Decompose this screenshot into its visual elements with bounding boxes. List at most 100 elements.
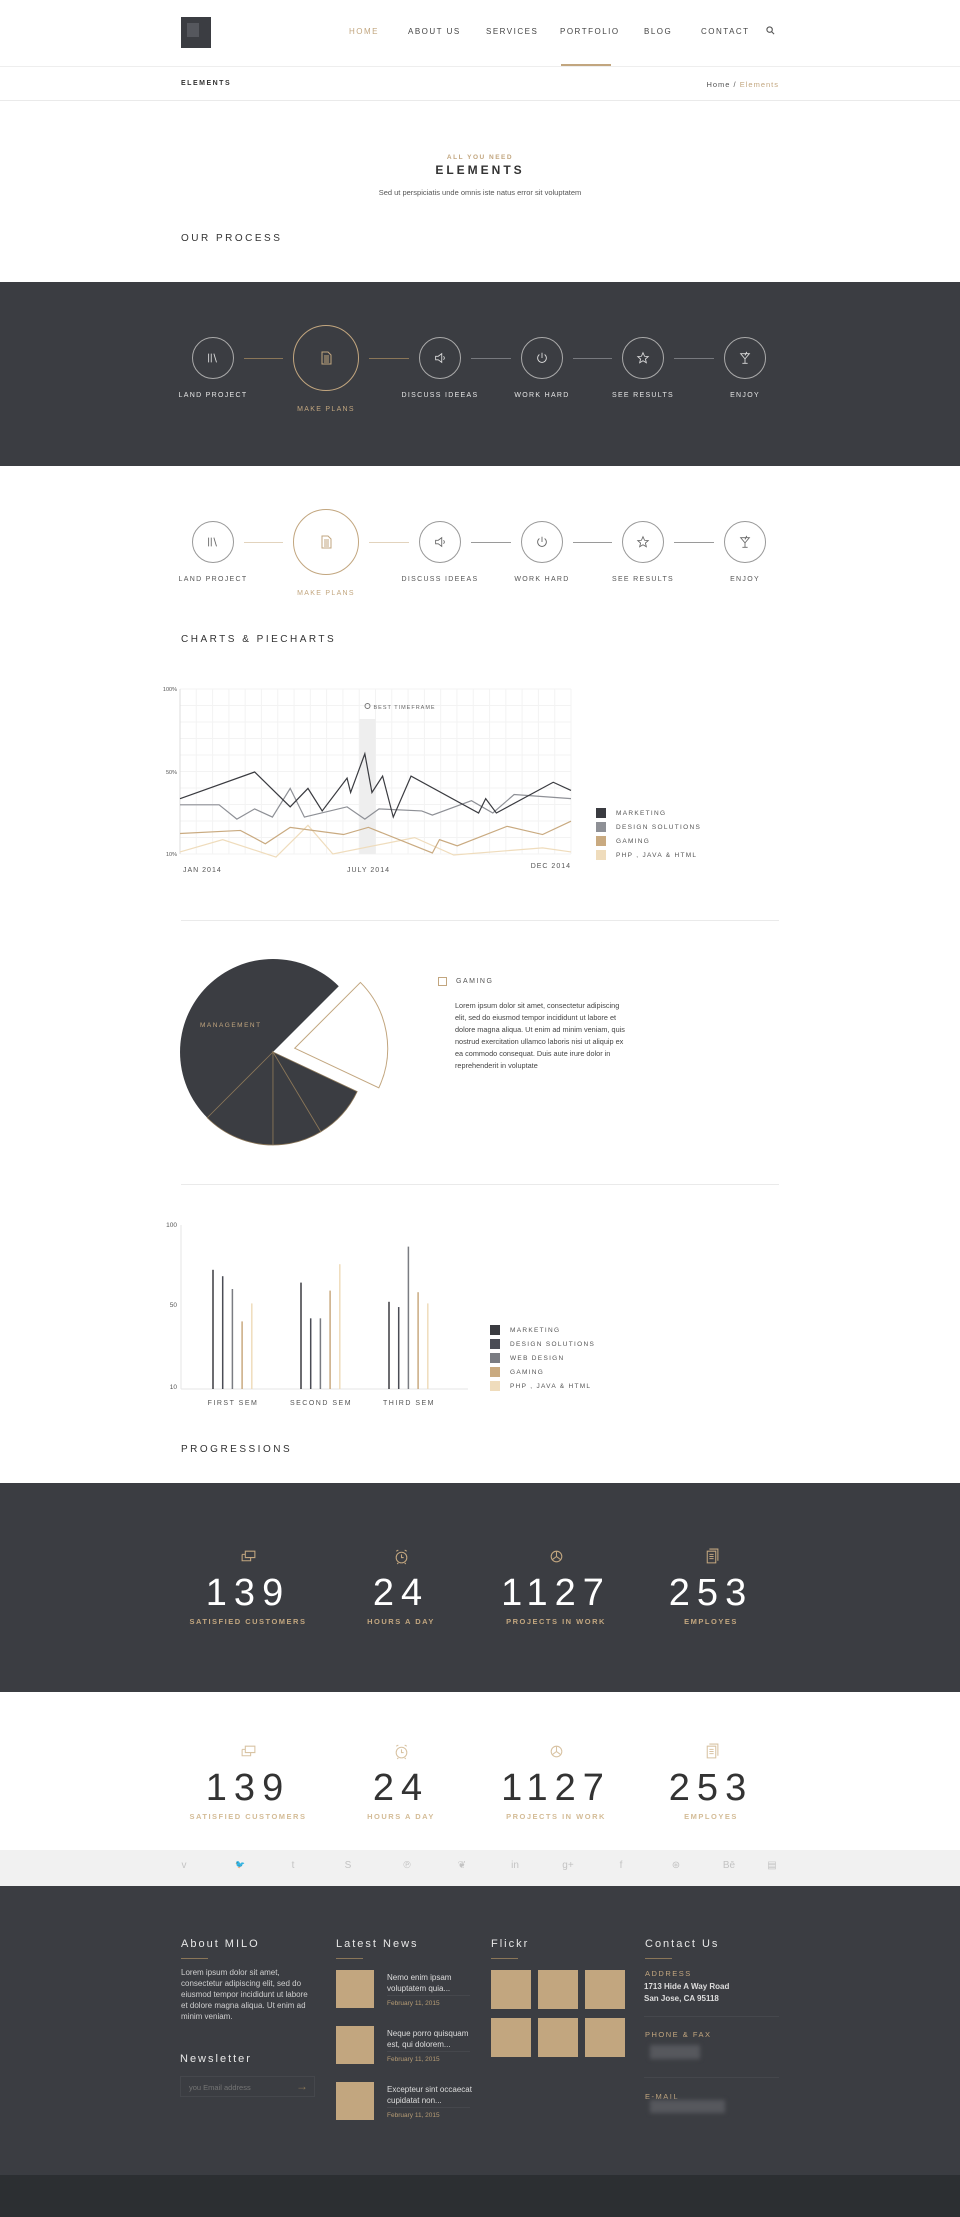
speaker-icon xyxy=(435,536,445,548)
process-step-0[interactable] xyxy=(192,521,234,563)
nav-blog[interactable]: BLOG xyxy=(644,27,672,36)
stat-3: 253 EMPLOYES xyxy=(636,1548,786,1626)
process-step-3[interactable] xyxy=(521,521,563,563)
news-thumbnail[interactable] xyxy=(336,2026,374,2064)
news-title[interactable]: Neque porro quisquam est, qui dolorem... xyxy=(387,2028,472,2050)
star-icon xyxy=(636,535,650,548)
hero-title: ELEMENTS xyxy=(435,163,525,177)
legend-label: GAMING xyxy=(616,837,651,845)
legend-item: GAMING xyxy=(596,836,650,846)
process-step-2[interactable] xyxy=(419,521,461,563)
hero-kicker: ALL YOU NEED xyxy=(446,154,514,161)
stat-label: SATISFIED CUSTOMERS xyxy=(189,1812,307,1821)
googleplus-icon[interactable]: g+ xyxy=(562,1860,573,1871)
stat-value: 1127 xyxy=(501,1572,611,1614)
dribbble-icon[interactable]: ⊛ xyxy=(672,1860,680,1871)
twitter-icon[interactable]: 🐦 xyxy=(235,1860,245,1869)
stat-1: 24 HOURS A DAY xyxy=(326,1548,476,1626)
behance-icon[interactable]: Bē xyxy=(723,1860,735,1871)
flickr-thumbnail[interactable] xyxy=(585,1970,625,2009)
flickr-thumbnail[interactable] xyxy=(585,2018,625,2057)
footer-news-title: Latest News xyxy=(336,1938,419,1950)
news-date: February 11, 2015 xyxy=(387,2112,440,2119)
arrow-right-icon[interactable]: → xyxy=(296,2079,308,2093)
email-redacted xyxy=(650,2100,725,2113)
process-connector xyxy=(244,542,283,543)
search-icon[interactable] xyxy=(766,26,775,35)
vimeo-icon[interactable]: v xyxy=(182,1860,187,1871)
alarm-clock-icon xyxy=(395,1744,407,1760)
footer-flickr-title: Flickr xyxy=(491,1938,530,1950)
pinterest-icon[interactable]: ℗ xyxy=(403,1860,410,1871)
breadcrumb-home[interactable]: Home xyxy=(706,80,730,89)
news-thumbnail[interactable] xyxy=(336,2082,374,2120)
y-tick-label: 100% xyxy=(163,687,177,693)
social-bar xyxy=(0,1850,960,1886)
process-step-0[interactable] xyxy=(192,337,234,379)
process-step-5[interactable] xyxy=(724,521,766,563)
skype-icon[interactable]: S xyxy=(345,1860,352,1871)
stat-value: 1127 xyxy=(501,1767,611,1809)
legend-label: GAMING xyxy=(510,1368,545,1376)
nav-about[interactable]: ABOUT US xyxy=(408,27,461,36)
process-step-5[interactable] xyxy=(724,337,766,379)
news-thumbnail[interactable] xyxy=(336,1970,374,2008)
page-title: ELEMENTS xyxy=(181,80,232,87)
nav-portfolio[interactable]: PORTFOLIO xyxy=(560,27,620,36)
linkedin-icon[interactable]: in xyxy=(511,1860,519,1871)
news-date: February 11, 2015 xyxy=(387,2056,440,2063)
process-connector xyxy=(573,358,612,359)
process-band-dark xyxy=(0,282,960,466)
footer-about-text: Lorem ipsum dolor sit amet, consectetur … xyxy=(181,1968,308,2021)
youtube-icon[interactable]: ▤ xyxy=(767,1860,776,1871)
process-step-3[interactable] xyxy=(521,337,563,379)
tumblr-icon[interactable]: t xyxy=(292,1860,295,1871)
flickr-thumbnail[interactable] xyxy=(538,2018,578,2057)
phone-redacted xyxy=(650,2045,700,2059)
process-step-1[interactable] xyxy=(293,509,359,575)
newsletter-email-input[interactable] xyxy=(181,2078,286,2097)
star-icon xyxy=(636,351,650,364)
nav-home[interactable]: HOME xyxy=(349,27,379,36)
legend-label: WEB DESIGN xyxy=(510,1354,565,1362)
stat-label: HOURS A DAY xyxy=(367,1812,435,1821)
stat-label: HOURS A DAY xyxy=(367,1617,435,1626)
stat-2: 1127 PROJECTS IN WORK xyxy=(481,1548,631,1626)
flickr-thumbnail[interactable] xyxy=(491,1970,531,2009)
legend-label: DESIGN SOLUTIONS xyxy=(510,1340,596,1348)
process-step-4[interactable] xyxy=(622,337,664,379)
y-tick-label: 100 xyxy=(166,1222,177,1229)
logo[interactable] xyxy=(181,17,211,48)
process-step-2[interactable] xyxy=(419,337,461,379)
legend-item: GAMING xyxy=(490,1367,544,1377)
stat-3: 253 EMPLOYES xyxy=(636,1743,786,1821)
nav-contact[interactable]: CONTACT xyxy=(701,27,750,36)
y-tick-label: 50 xyxy=(170,1302,178,1309)
divider xyxy=(181,1958,208,1959)
progressions-title: PROGRESSIONS xyxy=(181,1444,293,1455)
divider xyxy=(336,1958,363,1959)
stat-0: 139 SATISFIED CUSTOMERS xyxy=(173,1743,323,1821)
news-title[interactable]: Nemo enim ipsam voluptatem quia... xyxy=(387,1972,472,1994)
flickr-thumbnail[interactable] xyxy=(491,2018,531,2057)
process-step-4[interactable] xyxy=(622,521,664,563)
stat-label: PROJECTS IN WORK xyxy=(506,1617,606,1626)
books-icon xyxy=(208,353,217,363)
power-icon xyxy=(537,536,547,547)
nav-services[interactable]: SERVICES xyxy=(486,27,538,36)
news-title[interactable]: Excepteur sint occaecat cupidatat non... xyxy=(387,2084,472,2106)
x-tick-label: FIRST SEM xyxy=(208,1400,259,1407)
x-tick-label: SECOND SEM xyxy=(290,1400,352,1407)
facebook-icon[interactable]: f xyxy=(620,1860,623,1871)
stat-label: PROJECTS IN WORK xyxy=(506,1812,606,1821)
legend-swatch xyxy=(490,1353,500,1363)
legend-swatch xyxy=(596,836,606,846)
phone-label: PHONE & FAX xyxy=(645,2030,712,2039)
evernote-icon[interactable]: ❦ xyxy=(458,1860,466,1871)
process-step-1[interactable] xyxy=(293,325,359,391)
gear-icon xyxy=(550,1550,562,1563)
flickr-thumbnail[interactable] xyxy=(538,1970,578,2009)
legend-label: PHP , JAVA & HTML xyxy=(510,1382,592,1390)
stat-value: 24 xyxy=(372,1767,430,1809)
divider xyxy=(644,2077,779,2078)
